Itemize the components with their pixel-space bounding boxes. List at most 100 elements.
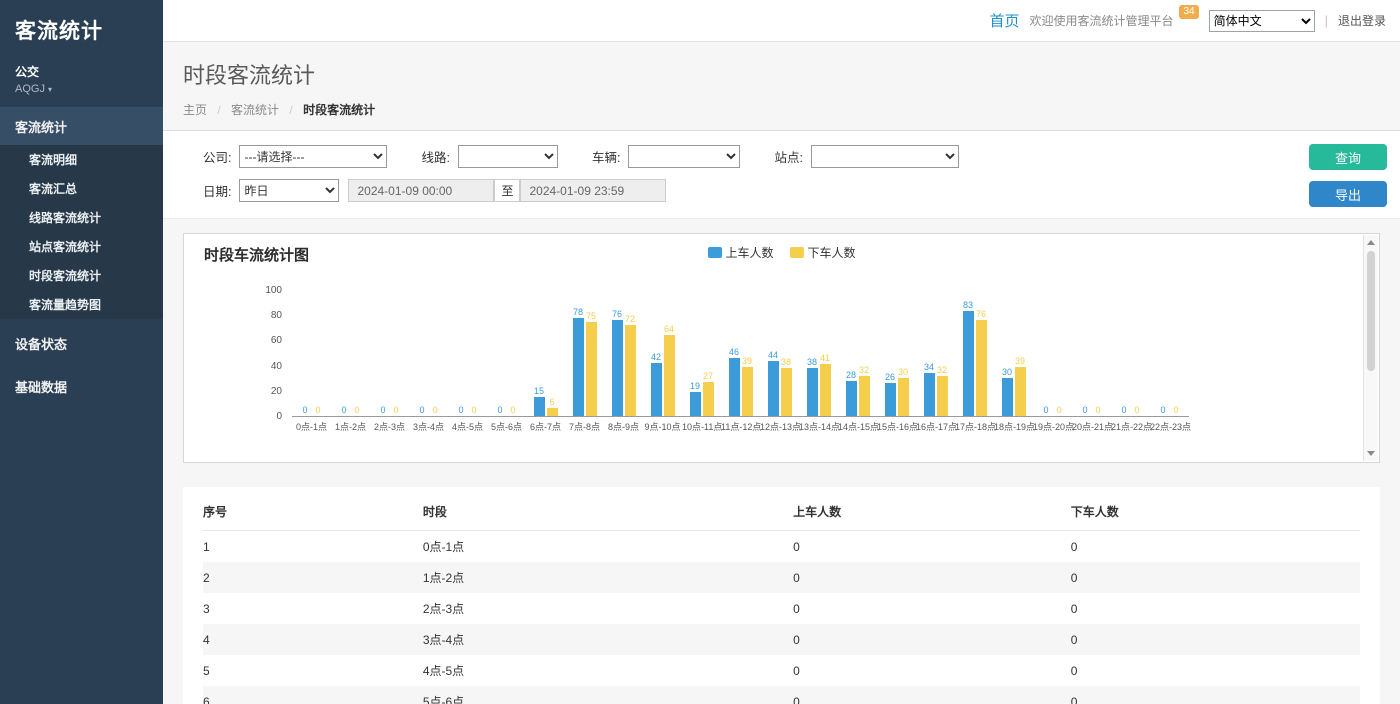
bar-value-label: 0 — [1134, 405, 1139, 415]
date-preset-select[interactable]: 昨日 — [239, 179, 339, 202]
page-head: 时段客流统计 主页 / 客流统计 / 时段客流统计 — [163, 42, 1400, 130]
bar-column: 28 — [846, 291, 857, 416]
logout-link[interactable]: 退出登录 — [1338, 12, 1386, 29]
breadcrumb-home[interactable]: 主页 — [183, 103, 207, 117]
chart-legend: 上车人数 下车人数 — [707, 244, 855, 261]
sidebar-item[interactable]: 站点客流统计 — [0, 232, 163, 261]
bar-column: 38 — [807, 291, 818, 416]
bar-column: 0 — [1080, 291, 1091, 416]
filter-row-1: 公司: ---请选择--- 线路: 车辆: 站点: — [203, 145, 1386, 168]
bar — [963, 311, 974, 416]
breadcrumb-current: 时段客流统计 — [303, 103, 375, 117]
bar-column: 0 — [1093, 291, 1104, 416]
legend-label: 下车人数 — [808, 244, 856, 261]
legend-swatch-icon — [707, 247, 721, 258]
legend-item[interactable]: 下车人数 — [790, 244, 856, 261]
top-navbar: 首页 欢迎使用客流统计管理平台 34 简体中文 | 退出登录 — [163, 0, 1400, 42]
bar-group: 00 — [409, 291, 448, 416]
table-cell: 1 — [203, 531, 423, 563]
vehicle-select[interactable] — [628, 145, 740, 168]
bar-column: 0 — [300, 291, 311, 416]
data-table: 序号时段上车人数下车人数 10点-1点0021点-2点0032点-3点0043点… — [203, 493, 1360, 704]
notification-badge[interactable]: 34 — [1179, 5, 1198, 19]
sidebar-item[interactable]: 客流量趋势图 — [0, 290, 163, 319]
company-select[interactable]: ---请选择--- — [239, 145, 387, 168]
x-axis-label: 7点-8点 — [565, 420, 604, 433]
bar-value-label: 0 — [1056, 405, 1061, 415]
line-select[interactable] — [458, 145, 558, 168]
chart-card: 时段车流统计图 上车人数下车人数 020406080100 0000000000… — [183, 233, 1380, 463]
bar-value-label: 27 — [703, 371, 713, 381]
bar-group: 1927 — [682, 291, 721, 416]
sidebar-item[interactable]: 线路客流统计 — [0, 203, 163, 232]
legend-item[interactable]: 上车人数 — [707, 244, 773, 261]
bar-column: 75 — [586, 291, 597, 416]
bar-column: 83 — [963, 291, 974, 416]
sidebar-group[interactable]: 基础数据 — [0, 368, 163, 405]
table-header-cell: 下车人数 — [1071, 493, 1360, 531]
x-axis-label: 15点-16点 — [877, 420, 916, 433]
date-end-input[interactable] — [520, 179, 666, 202]
bar-column: 76 — [612, 291, 623, 416]
scroll-up-icon[interactable] — [1367, 240, 1375, 245]
date-start-input[interactable] — [348, 179, 494, 202]
bar-group: 4438 — [760, 291, 799, 416]
sidebar-item[interactable]: 时段客流统计 — [0, 261, 163, 290]
bar-value-label: 78 — [573, 307, 583, 317]
bar-group: 3039 — [994, 291, 1033, 416]
scrollbar-thumb[interactable] — [1367, 251, 1375, 371]
bar-column: 30 — [1002, 291, 1013, 416]
y-axis-tick: 0 — [276, 411, 282, 422]
bar-value-label: 0 — [354, 405, 359, 415]
bar-column: 42 — [651, 291, 662, 416]
bar-column: 30 — [898, 291, 909, 416]
bar-value-label: 19 — [690, 381, 700, 391]
bar — [1015, 367, 1026, 416]
x-axis-label: 21点-22点 — [1111, 420, 1150, 433]
bar-column: 0 — [391, 291, 402, 416]
query-button[interactable]: 查询 — [1309, 144, 1387, 170]
bar-value-label: 44 — [768, 350, 778, 360]
legend-label: 上车人数 — [725, 244, 773, 261]
bar-group: 4264 — [643, 291, 682, 416]
bar — [807, 368, 818, 416]
sidebar-item[interactable]: 客流明细 — [0, 145, 163, 174]
bar-value-label: 46 — [729, 347, 739, 357]
bar-group: 00 — [331, 291, 370, 416]
sidebar-item[interactable]: 客流汇总 — [0, 174, 163, 203]
table-cell: 0 — [793, 531, 1071, 563]
bar-column: 64 — [664, 291, 675, 416]
date-to-addon: 至 — [494, 179, 520, 202]
chart-xlabels: 0点-1点1点-2点2点-3点3点-4点4点-5点5点-6点6点-7点7点-8点… — [292, 420, 1189, 433]
table-cell: 4点-5点 — [423, 655, 793, 686]
breadcrumb-parent[interactable]: 客流统计 — [231, 103, 279, 117]
caret-down-icon: ▾ — [48, 85, 52, 94]
bar-group: 00 — [1072, 291, 1111, 416]
sidebar-group[interactable]: 设备状态 — [0, 325, 163, 362]
company-code-dropdown[interactable]: AQGJ▾ — [0, 80, 163, 95]
station-select[interactable] — [811, 145, 959, 168]
table-header-row: 序号时段上车人数下车人数 — [203, 493, 1360, 531]
bar-column: 44 — [768, 291, 779, 416]
scroll-down-icon[interactable] — [1367, 451, 1375, 456]
bar-column: 15 — [534, 291, 545, 416]
table-cell: 0 — [1071, 624, 1360, 655]
x-axis-label: 2点-3点 — [370, 420, 409, 433]
export-button[interactable]: 导出 — [1309, 181, 1387, 207]
table-row: 10点-1点00 — [203, 531, 1360, 563]
home-link[interactable]: 首页 — [989, 10, 1019, 31]
language-select[interactable]: 简体中文 — [1209, 10, 1315, 32]
chart-plot-wrap: 0000000000001567875767242641927463944383… — [292, 291, 1189, 433]
bar-column: 0 — [378, 291, 389, 416]
bar-column: 39 — [1015, 291, 1026, 416]
table-cell: 3点-4点 — [423, 624, 793, 655]
bar-column: 78 — [573, 291, 584, 416]
chart-scrollbar[interactable] — [1363, 235, 1378, 461]
sidebar-menu: 客流统计客流明细客流汇总线路客流统计站点客流统计时段客流统计客流量趋势图设备状态… — [0, 108, 163, 405]
table-panel: 序号时段上车人数下车人数 10点-1点0021点-2点0032点-3点0043点… — [183, 487, 1380, 704]
x-axis-label: 14点-15点 — [838, 420, 877, 433]
bar — [742, 367, 753, 416]
sidebar-group[interactable]: 客流统计 — [0, 108, 163, 145]
table-cell: 0 — [793, 655, 1071, 686]
company-code-label: AQGJ — [15, 83, 45, 95]
